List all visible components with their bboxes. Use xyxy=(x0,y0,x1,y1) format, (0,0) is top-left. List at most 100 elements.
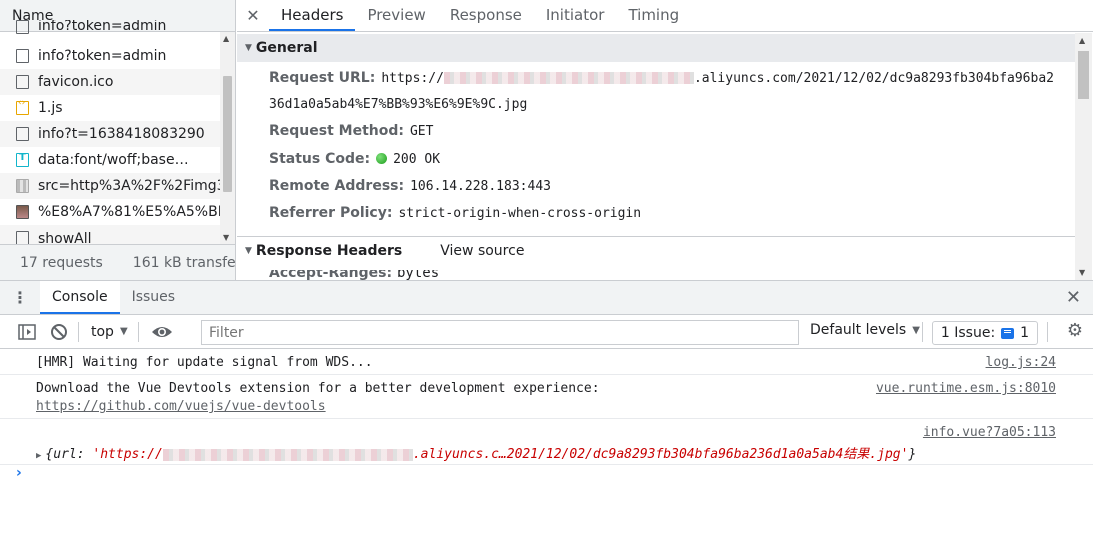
request-url-suffix: .aliyuncs.com/2021/12/02/dc9a8293fb304bf… xyxy=(693,71,1054,86)
redacted-region xyxy=(162,448,413,461)
console-toolbar: top ▼ Default levels ▼ 1 Issue: 1 ⚙ xyxy=(0,315,1093,349)
divider xyxy=(137,321,139,342)
object-key: {url: xyxy=(45,447,93,462)
object-value-start: 'https:// xyxy=(92,447,163,462)
referrer-policy-row: Referrer Policy: strict-origin-when-cross… xyxy=(269,205,641,221)
request-name: src=http%3A%2F%2Fimg3. xyxy=(38,178,220,194)
issues-label: 1 Issue: xyxy=(940,325,996,341)
request-details-panel: ✕ Headers Preview Response Initiator Tim… xyxy=(237,0,1093,280)
details-tab-bar: ✕ Headers Preview Response Initiator Tim… xyxy=(237,0,1093,32)
request-row[interactable]: info?token=admin xyxy=(0,43,220,69)
document-icon xyxy=(16,127,29,141)
request-method-value: GET xyxy=(409,124,434,139)
tab-response[interactable]: Response xyxy=(438,0,534,31)
close-icon[interactable]: ✕ xyxy=(1066,287,1081,308)
request-list-scrollbar[interactable]: ▲ ▼ xyxy=(220,32,235,244)
document-icon xyxy=(16,75,29,89)
issues-button[interactable]: 1 Issue: 1 xyxy=(932,321,1038,345)
console-message: Download the Vue Devtools extension for … xyxy=(0,375,1093,419)
triangle-right-icon[interactable]: ▶ xyxy=(36,451,41,461)
remote-address-value: 106.14.228.183:443 xyxy=(410,179,551,194)
redacted-region xyxy=(443,72,694,84)
context-selector[interactable]: top ▼ xyxy=(91,324,128,340)
request-row[interactable]: info?token=admin xyxy=(0,20,220,34)
drawer-tab-bar: ⋮ Console Issues ✕ xyxy=(0,281,1093,315)
scroll-down-icon[interactable]: ▼ xyxy=(223,233,229,242)
message-text: Download the Vue Devtools extension for … xyxy=(36,381,600,396)
request-url-row: Request URL: https:// .aliyuncs.com/2021/1… xyxy=(269,70,1054,86)
script-icon xyxy=(16,98,29,115)
close-icon[interactable]: ✕ xyxy=(237,0,269,31)
request-row[interactable]: showAll xyxy=(0,225,220,244)
document-icon xyxy=(16,20,29,34)
tab-issues[interactable]: Issues xyxy=(120,281,188,314)
tab-console[interactable]: Console xyxy=(40,281,120,314)
font-icon xyxy=(16,152,29,167)
triangle-down-icon: ▼ xyxy=(245,245,252,256)
request-name: info?token=admin xyxy=(38,48,167,64)
status-code-value: 200 OK xyxy=(393,152,441,167)
scroll-up-icon[interactable]: ▲ xyxy=(1079,36,1085,45)
request-row[interactable]: data:font/woff;base… xyxy=(0,147,220,173)
message-source-link[interactable]: info.vue?7a05:113 xyxy=(923,425,1056,440)
gear-icon[interactable]: ⚙ xyxy=(1067,320,1083,341)
tab-initiator[interactable]: Initiator xyxy=(534,0,617,31)
network-summary-bar: 17 requests 161 kB transferre xyxy=(0,244,235,280)
console-prompt-icon[interactable]: › xyxy=(16,465,22,481)
console-drawer: ⋮ Console Issues ✕ top ▼ Default levels … xyxy=(0,280,1093,541)
section-title: Response Headers xyxy=(255,242,403,259)
object-value-end: .aliyuncs.c…2021/12/02/dc9a8293fb304bfa9… xyxy=(412,447,909,462)
request-name: data:font/woff;base… xyxy=(38,152,189,168)
filter-input[interactable] xyxy=(201,320,799,345)
triangle-down-icon: ▼ xyxy=(245,43,252,53)
request-name: %E8%A7%81%E5%A5%BD. xyxy=(38,204,220,220)
message-source-link[interactable]: vue.runtime.esm.js:8010 xyxy=(876,381,1056,396)
tab-headers[interactable]: Headers xyxy=(269,0,356,31)
request-row[interactable]: 1.js xyxy=(0,95,220,121)
view-source-link[interactable]: View source xyxy=(440,243,524,259)
divider xyxy=(78,321,79,342)
request-url-continuation: 36d1a0a5ab4%E7%BB%93%E6%9E%9C.jpg xyxy=(269,96,527,112)
status-ok-icon xyxy=(376,153,388,164)
sidebar-toggle-icon[interactable] xyxy=(14,319,40,345)
response-headers-section-header[interactable]: ▼ Response Headers View source xyxy=(237,236,1075,264)
logged-object[interactable]: ▶ {url: 'https:// .aliyuncs.c…2021/12/02/d… xyxy=(36,443,916,462)
request-name: favicon.ico xyxy=(38,74,114,90)
scrollbar-thumb[interactable] xyxy=(1078,51,1089,99)
tab-timing[interactable]: Timing xyxy=(616,0,691,31)
referrer-policy-value: strict-origin-when-cross-origin xyxy=(398,206,642,221)
log-levels-value: Default levels xyxy=(810,322,907,338)
scroll-down-icon[interactable]: ▼ xyxy=(1079,268,1085,277)
scrollbar-thumb[interactable] xyxy=(223,76,232,192)
request-row[interactable]: info?t=1638418083290 xyxy=(0,121,220,147)
field-label: Accept-Ranges: xyxy=(269,270,393,280)
tab-preview[interactable]: Preview xyxy=(355,0,437,31)
request-row[interactable]: %E8%A7%81%E5%A5%BD. xyxy=(0,199,220,225)
request-list: Name info?token=admin info?token=admin f… xyxy=(0,0,236,280)
request-url-prefix: https:// xyxy=(381,71,444,86)
request-name: info?t=1638418083290 xyxy=(38,126,205,142)
field-value: bytes xyxy=(396,270,440,280)
request-method-row: Request Method: GET xyxy=(269,123,433,139)
divider xyxy=(922,322,923,342)
field-label: Remote Address: xyxy=(269,178,405,194)
devtools-link[interactable]: https://github.com/vuejs/vue-devtools xyxy=(36,399,326,414)
clear-console-icon[interactable] xyxy=(46,319,72,345)
message-text: [HMR] Waiting for update signal from WDS… xyxy=(36,355,373,370)
message-source-link[interactable]: log.js:24 xyxy=(986,355,1056,370)
caret-down-icon: ▼ xyxy=(119,326,128,337)
more-options-icon[interactable]: ⋮ xyxy=(0,281,40,314)
scroll-up-icon[interactable]: ▲ xyxy=(223,34,229,43)
caret-down-icon: ▼ xyxy=(912,324,920,336)
request-row[interactable]: favicon.ico xyxy=(0,69,220,95)
context-value: top xyxy=(91,323,114,340)
document-icon xyxy=(16,231,29,244)
network-panel: Name info?token=admin info?token=admin f… xyxy=(0,0,1093,280)
log-levels-dropdown[interactable]: Default levels ▼ xyxy=(810,322,920,338)
details-scrollbar[interactable]: ▲ ▼ xyxy=(1075,33,1092,280)
eye-icon[interactable] xyxy=(149,319,175,345)
remote-address-row: Remote Address: 106.14.228.183:443 xyxy=(269,178,551,194)
field-label: Referrer Policy: xyxy=(269,205,393,221)
request-row[interactable]: src=http%3A%2F%2Fimg3. xyxy=(0,173,220,199)
general-section-header[interactable]: ▼ General xyxy=(237,34,1075,62)
